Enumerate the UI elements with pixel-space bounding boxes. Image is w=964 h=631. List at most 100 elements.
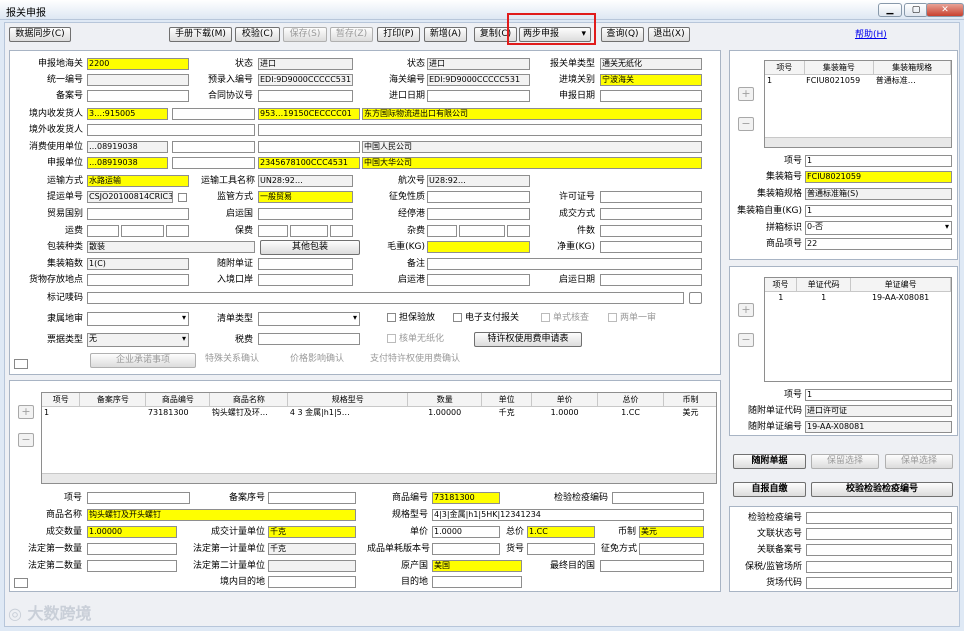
g-item-field[interactable]	[87, 492, 190, 504]
consumer-unit-credit-field[interactable]	[172, 141, 255, 153]
departure-date-field[interactable]	[600, 274, 702, 286]
attached-doc-field[interactable]	[258, 258, 353, 270]
attach-docs-button[interactable]: 随附单据	[733, 454, 806, 469]
goods-location-field[interactable]	[87, 274, 189, 286]
e-payment-checkbox[interactable]	[453, 313, 462, 322]
declare-unit-name-field[interactable]: 中国大华公司	[362, 157, 702, 169]
misc-fee-field-2[interactable]	[459, 225, 505, 237]
doc-no-field[interactable]: 19-AA-X08081	[805, 421, 952, 433]
record-no-field[interactable]	[87, 90, 189, 102]
help-link[interactable]: 帮助(H)	[855, 27, 887, 40]
two-one-checkbox[interactable]	[608, 313, 617, 322]
new-button[interactable]: 新增(A)	[424, 27, 467, 42]
voyage-no-field[interactable]: U28:92…	[427, 175, 530, 187]
g-legal-unit2-field[interactable]	[268, 560, 356, 572]
status2-field[interactable]: 进口	[427, 58, 530, 70]
g-total-field[interactable]: 1.CC	[527, 526, 595, 538]
query-button[interactable]: 查询(Q)	[601, 27, 644, 42]
exit-button[interactable]: 退出(X)	[648, 27, 690, 42]
bonded-field[interactable]	[806, 561, 952, 573]
transit-port-field[interactable]	[427, 208, 530, 220]
ct-lcl-select[interactable]: 0-否	[805, 221, 952, 235]
declare-date-field[interactable]	[600, 90, 702, 102]
g-legal-unit1-field[interactable]: 千克	[268, 543, 356, 555]
transport-mode-field[interactable]: 水路运输	[87, 175, 189, 187]
status-field[interactable]: 进口	[258, 58, 353, 70]
g-price-field[interactable]: 1.0000	[432, 526, 500, 538]
g-levy-field[interactable]	[639, 543, 704, 555]
g-dest-place-field[interactable]	[268, 576, 356, 588]
yard-code-field[interactable]	[806, 577, 952, 589]
levy-nature-field[interactable]	[427, 191, 530, 203]
ct-spec-field[interactable]: 普通标准箱(S)	[805, 188, 952, 200]
consumer-unit-code-field[interactable]: …08919038	[87, 141, 168, 153]
g-final-country-field[interactable]	[600, 560, 704, 572]
pre-entry-no-field[interactable]: EDI:9D9000CCCCC531	[258, 74, 353, 86]
unified-no-field[interactable]	[87, 74, 189, 86]
transaction-mode-field[interactable]	[600, 208, 702, 220]
insurance-field-1[interactable]	[258, 225, 288, 237]
declare-customs-field[interactable]: 2200	[87, 58, 189, 70]
declare-unit-credit-field[interactable]	[172, 157, 255, 169]
print-button[interactable]: 打印(P)	[377, 27, 420, 42]
minimize-button[interactable]: ▁	[878, 3, 902, 17]
g-name-field[interactable]: 钩头螺钉及开头螺钉	[87, 509, 356, 521]
container-scrollbar[interactable]	[765, 137, 951, 147]
misc-fee-field-1[interactable]	[427, 225, 457, 237]
g-origin-field[interactable]: 美国	[432, 560, 522, 572]
check-button[interactable]: 校验(C)	[235, 27, 280, 42]
self-report-button[interactable]: 自报自缴	[733, 482, 806, 497]
bill-no-field[interactable]: CSJO20100814CRIC3	[87, 191, 173, 203]
cert-no-field[interactable]	[806, 528, 952, 540]
add-container-button[interactable]: +	[738, 87, 754, 101]
freight-field-1[interactable]	[87, 225, 119, 237]
temp-save-button[interactable]: 暂存(Z)	[330, 27, 373, 42]
ticket-type-select[interactable]: 无	[87, 333, 189, 347]
insp-no-field[interactable]	[806, 512, 952, 524]
marks-field[interactable]	[87, 292, 684, 304]
g-legal-qty2-field[interactable]	[87, 560, 177, 572]
remarks-field[interactable]	[427, 258, 702, 270]
ct-no-field[interactable]: FCIU8021059	[805, 171, 952, 183]
import-date-field[interactable]	[427, 90, 530, 102]
save-button[interactable]: 保存(S)	[283, 27, 327, 42]
ct-goods-item-field[interactable]: 22	[805, 238, 952, 250]
inspection-check-button[interactable]: 校验检验检疫编号	[811, 482, 953, 497]
add-doc-button[interactable]: +	[738, 303, 754, 317]
contract-no-field[interactable]	[258, 90, 353, 102]
marks-expand-button[interactable]	[689, 292, 702, 304]
add-goods-button[interactable]: +	[18, 405, 34, 419]
gross-weight-field[interactable]	[427, 241, 530, 253]
maximize-button[interactable]: ▢	[904, 3, 928, 17]
list-type-select[interactable]	[258, 312, 360, 326]
consumer-unit-name-field[interactable]: 中国人民公司	[362, 141, 702, 153]
close-button[interactable]: ✕	[926, 3, 964, 17]
insurance-field-3[interactable]	[330, 225, 353, 237]
consumer-unit-ent-field[interactable]	[258, 141, 360, 153]
entry-port-field[interactable]	[258, 274, 353, 286]
consignee-name-field[interactable]: 东方国际物流进出口有限公司	[362, 108, 702, 120]
manual-download-button[interactable]: 手册下载(M)	[169, 27, 232, 42]
departure-country-field[interactable]	[258, 208, 353, 220]
misc-fee-field-3[interactable]	[507, 225, 530, 237]
privilege-fee-button[interactable]: 特许权使用费申请表	[474, 332, 582, 347]
bill-check-checkbox[interactable]	[541, 313, 550, 322]
affiliation-select[interactable]	[87, 312, 189, 326]
tax-fee-field[interactable]	[258, 333, 360, 345]
departure-port-field[interactable]	[427, 274, 530, 286]
declare-unit-ent-code-field[interactable]: 2345678100CCC4531	[258, 157, 360, 169]
declaration-type-field[interactable]: 通关无纸化	[600, 58, 702, 70]
data-sync-button[interactable]: 数据同步(C)	[9, 27, 71, 42]
freight-field-3[interactable]	[166, 225, 189, 237]
vessel-name-field[interactable]: UN28:92…	[258, 175, 353, 187]
doc-code-field[interactable]: 进口许可证	[805, 405, 952, 417]
ct-weight-field[interactable]: 1	[805, 205, 952, 217]
related-no-field[interactable]	[806, 544, 952, 556]
table-row[interactable]: 1 73181300 钩头螺钉及环… 4 3 金属|h1|5… 1.00000 …	[42, 406, 716, 419]
container-count-field[interactable]: 1(C)	[87, 258, 189, 270]
guarantee-checkbox[interactable]	[387, 313, 396, 322]
g-dest-region-field[interactable]	[432, 576, 522, 588]
trade-country-field[interactable]	[87, 208, 189, 220]
g-qty-field[interactable]: 1.00000	[87, 526, 177, 538]
goods-scrollbar[interactable]	[42, 473, 716, 483]
